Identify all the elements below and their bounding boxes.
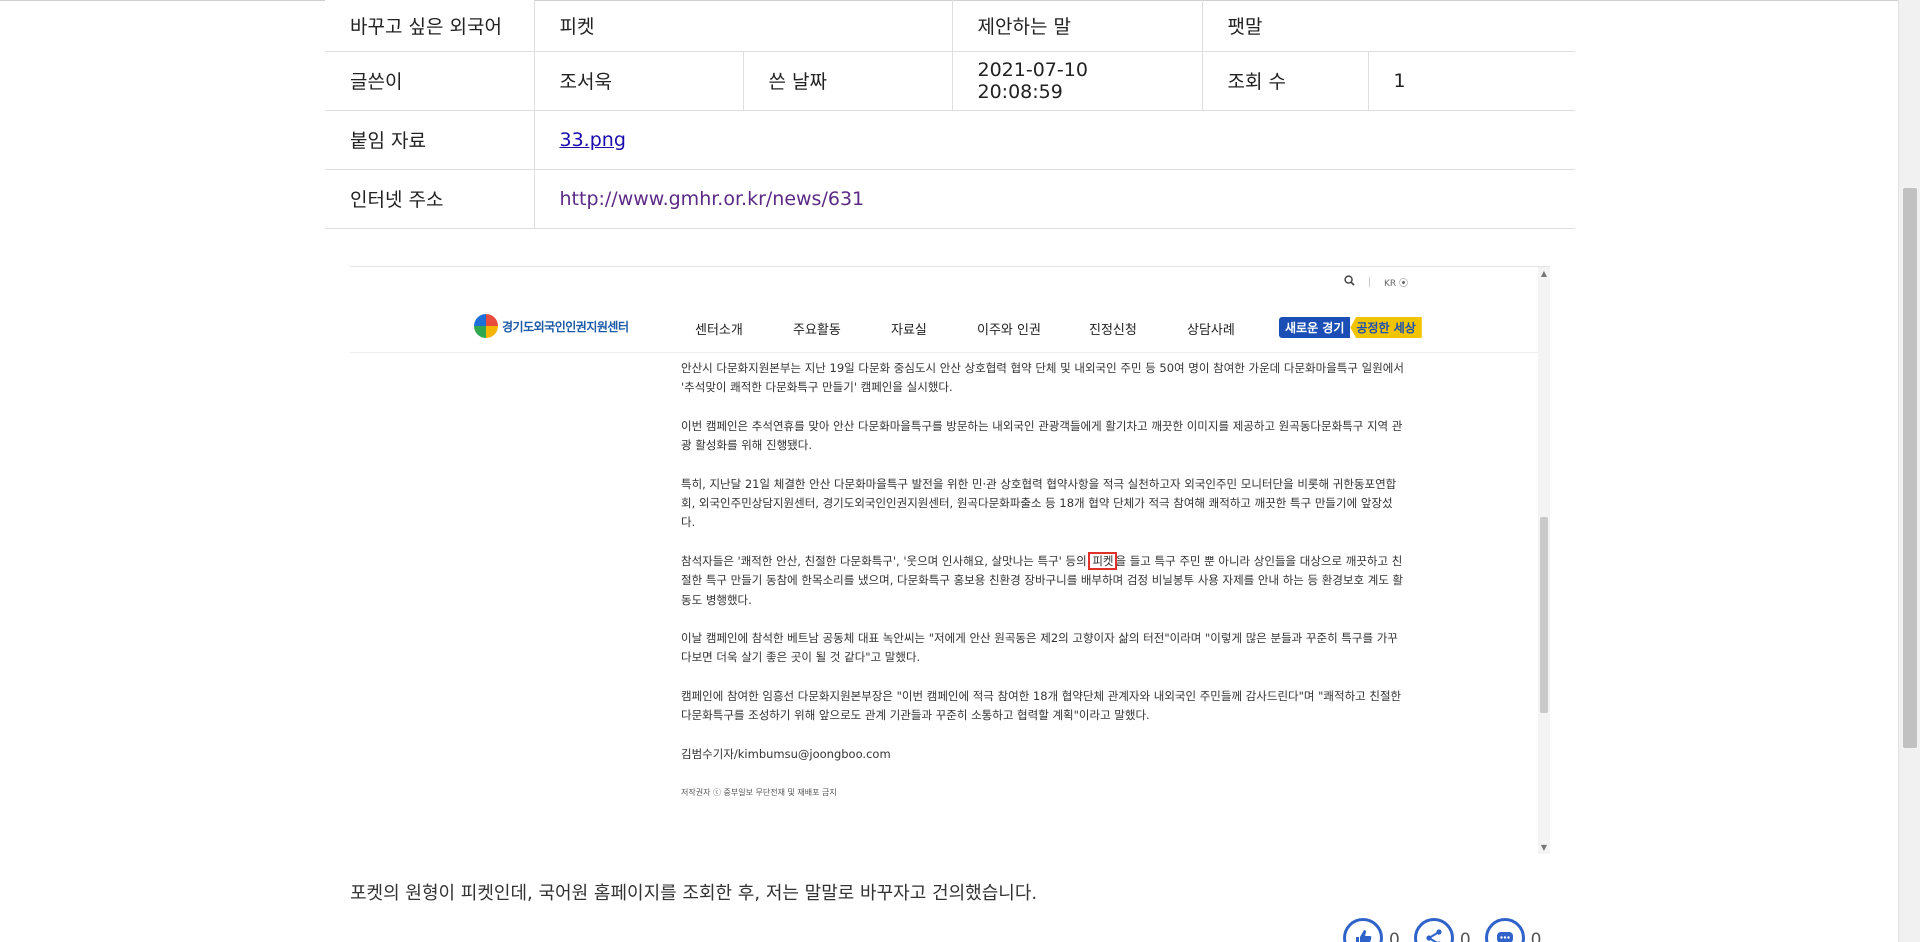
url-label: 인터넷 주소 [325, 169, 535, 229]
menu-item: 자료실 [891, 323, 927, 338]
share-reaction[interactable]: 0 [1413, 918, 1471, 942]
para-text-before: 참석자들은 '쾌적한 안산, 친절한 다문화특구', '웃으며 인사해요, 살맛… [681, 553, 1087, 568]
url-cell: http://www.gmhr.or.kr/news/631 [534, 169, 1575, 229]
comment-reaction[interactable]: 0 [1484, 918, 1542, 942]
highlighted-word: 피켓 [1088, 551, 1118, 570]
language-label: KR [1383, 278, 1397, 289]
scroll-down-icon: ▼ [1540, 843, 1548, 852]
search-icon [1344, 275, 1355, 289]
date-value: 2021-07-10 20:08:59 [952, 51, 1203, 111]
menu-item: 이주와 인권 [977, 323, 1041, 338]
util-separator [1368, 277, 1370, 287]
author-label: 글쓴이 [325, 51, 535, 111]
screenshot-scroll-thumb [1540, 517, 1548, 713]
attachment-link[interactable]: 33.png [560, 129, 626, 151]
screenshot-scrollbar: ▲ ▼ [1538, 267, 1550, 854]
utility-bar: KR ⦿ [1344, 275, 1408, 289]
views-value: 1 [1368, 51, 1575, 111]
embedded-menu: 센터소개 주요활동 자료실 이주와 인권 진정신청 상담사례 [695, 319, 1277, 338]
share-icon[interactable] [1413, 918, 1454, 942]
logo: 경기도외국인인권지원센터 [474, 314, 629, 338]
page-scroll-thumb[interactable] [1903, 188, 1917, 748]
radio-icon: ⦿ [1398, 278, 1408, 289]
attachment-cell: 33.png [534, 110, 1575, 170]
foreign-word-value: 피켓 [534, 0, 953, 52]
like-count: 0 [1389, 930, 1400, 942]
menu-item: 진정신청 [1089, 323, 1137, 338]
share-count: 0 [1459, 930, 1471, 942]
menu-item: 센터소개 [695, 323, 743, 338]
views-label: 조회 수 [1202, 51, 1369, 111]
logo-mark-icon [474, 314, 498, 338]
language-selector: KR ⦿ [1384, 276, 1408, 289]
date-label: 쓴 날짜 [743, 51, 953, 111]
table-row: 글쓴이 조서욱 쓴 날짜 2021-07-10 20:08:59 조회 수 1 [325, 51, 1575, 111]
slogan-banner: 새로운 경기 공정한 세상 [1279, 317, 1422, 338]
copyright-notice: 저작권자 ⓒ 중부일보 무단전재 및 재배포 금지 [681, 788, 837, 798]
page-scrollbar[interactable] [1898, 0, 1920, 942]
article-paragraph: 이날 캠페인에 참석한 베트남 공동체 대표 녹안씨는 "저에게 안산 원곡동은… [681, 631, 1398, 665]
comment-count: 0 [1530, 930, 1542, 942]
proposed-word-label: 제안하는 말 [952, 0, 1203, 52]
attached-screenshot: KR ⦿ 경기도외국인인권지원센터 센터소개 주요활동 자료실 이주와 인권 진… [350, 266, 1550, 854]
embedded-nav: 경기도외국인인권지원센터 센터소개 주요활동 자료실 이주와 인권 진정신청 상… [350, 303, 1538, 353]
like-reaction[interactable]: 0 [1343, 918, 1400, 942]
article-paragraph: 캠페인에 참여한 임흥선 다문화지원본부장은 "이번 캠페인에 적극 참여한 1… [681, 688, 1402, 723]
article-paragraph: 안산시 다문화지원본부는 지난 19일 다문화 중심도시 안산 상호협력 협약 … [681, 361, 1404, 395]
article-paragraph-highlight: 참석자들은 '쾌적한 안산, 친절한 다문화특구', '웃으며 인사해요, 살맛… [681, 551, 1406, 610]
screenshot-content: KR ⦿ 경기도외국인인권지원센터 센터소개 주요활동 자료실 이주와 인권 진… [350, 267, 1538, 854]
foreign-word-label: 바꾸고 싶은 외국어 [325, 0, 535, 52]
url-link[interactable]: http://www.gmhr.or.kr/news/631 [560, 188, 865, 210]
menu-item: 상담사례 [1187, 323, 1235, 338]
post-comment-text: 포켓의 원형이 피켓인데, 국어원 홈페이지를 조회한 후, 저는 말말로 바꾸… [350, 883, 1038, 904]
menu-item: 주요활동 [793, 323, 841, 338]
reaction-bar: 0 0 0 [1343, 918, 1541, 942]
banner-right: 공정한 세상 [1350, 317, 1422, 338]
author-value: 조서욱 [534, 51, 744, 111]
attachment-label: 붙임 자료 [325, 110, 535, 170]
table-row: 바꾸고 싶은 외국어 피켓 제안하는 말 팻말 [325, 0, 1575, 52]
suggestion-info-table: 바꾸고 싶은 외국어 피켓 제안하는 말 팻말 글쓴이 조서욱 쓴 날짜 202… [325, 0, 1575, 229]
article-paragraph: 이번 캠페인은 추석연휴를 맞아 안산 다문화마을특구를 방문하는 내외국인 관… [681, 418, 1403, 453]
banner-left: 새로운 경기 [1279, 317, 1351, 338]
table-row: 인터넷 주소 http://www.gmhr.or.kr/news/631 [325, 169, 1575, 229]
article-paragraph: 특히, 지난달 21일 체결한 안산 다문화마을특구 발전을 위한 민·관 상호… [681, 476, 1397, 530]
logo-text: 경기도외국인인권지원센터 [502, 319, 629, 334]
proposed-word-value: 팻말 [1202, 0, 1575, 52]
scroll-up-icon: ▲ [1540, 269, 1548, 278]
chat-icon[interactable] [1484, 918, 1525, 942]
thumbs-up-icon[interactable] [1343, 918, 1383, 942]
table-row: 붙임 자료 33.png [325, 110, 1575, 170]
article-body: 안산시 다문화지원본부는 지난 19일 다문화 중심도시 안산 상호협력 협약 … [681, 359, 1406, 822]
article-byline: 김범수기자/kimbumsu@joongboo.com [681, 746, 891, 761]
